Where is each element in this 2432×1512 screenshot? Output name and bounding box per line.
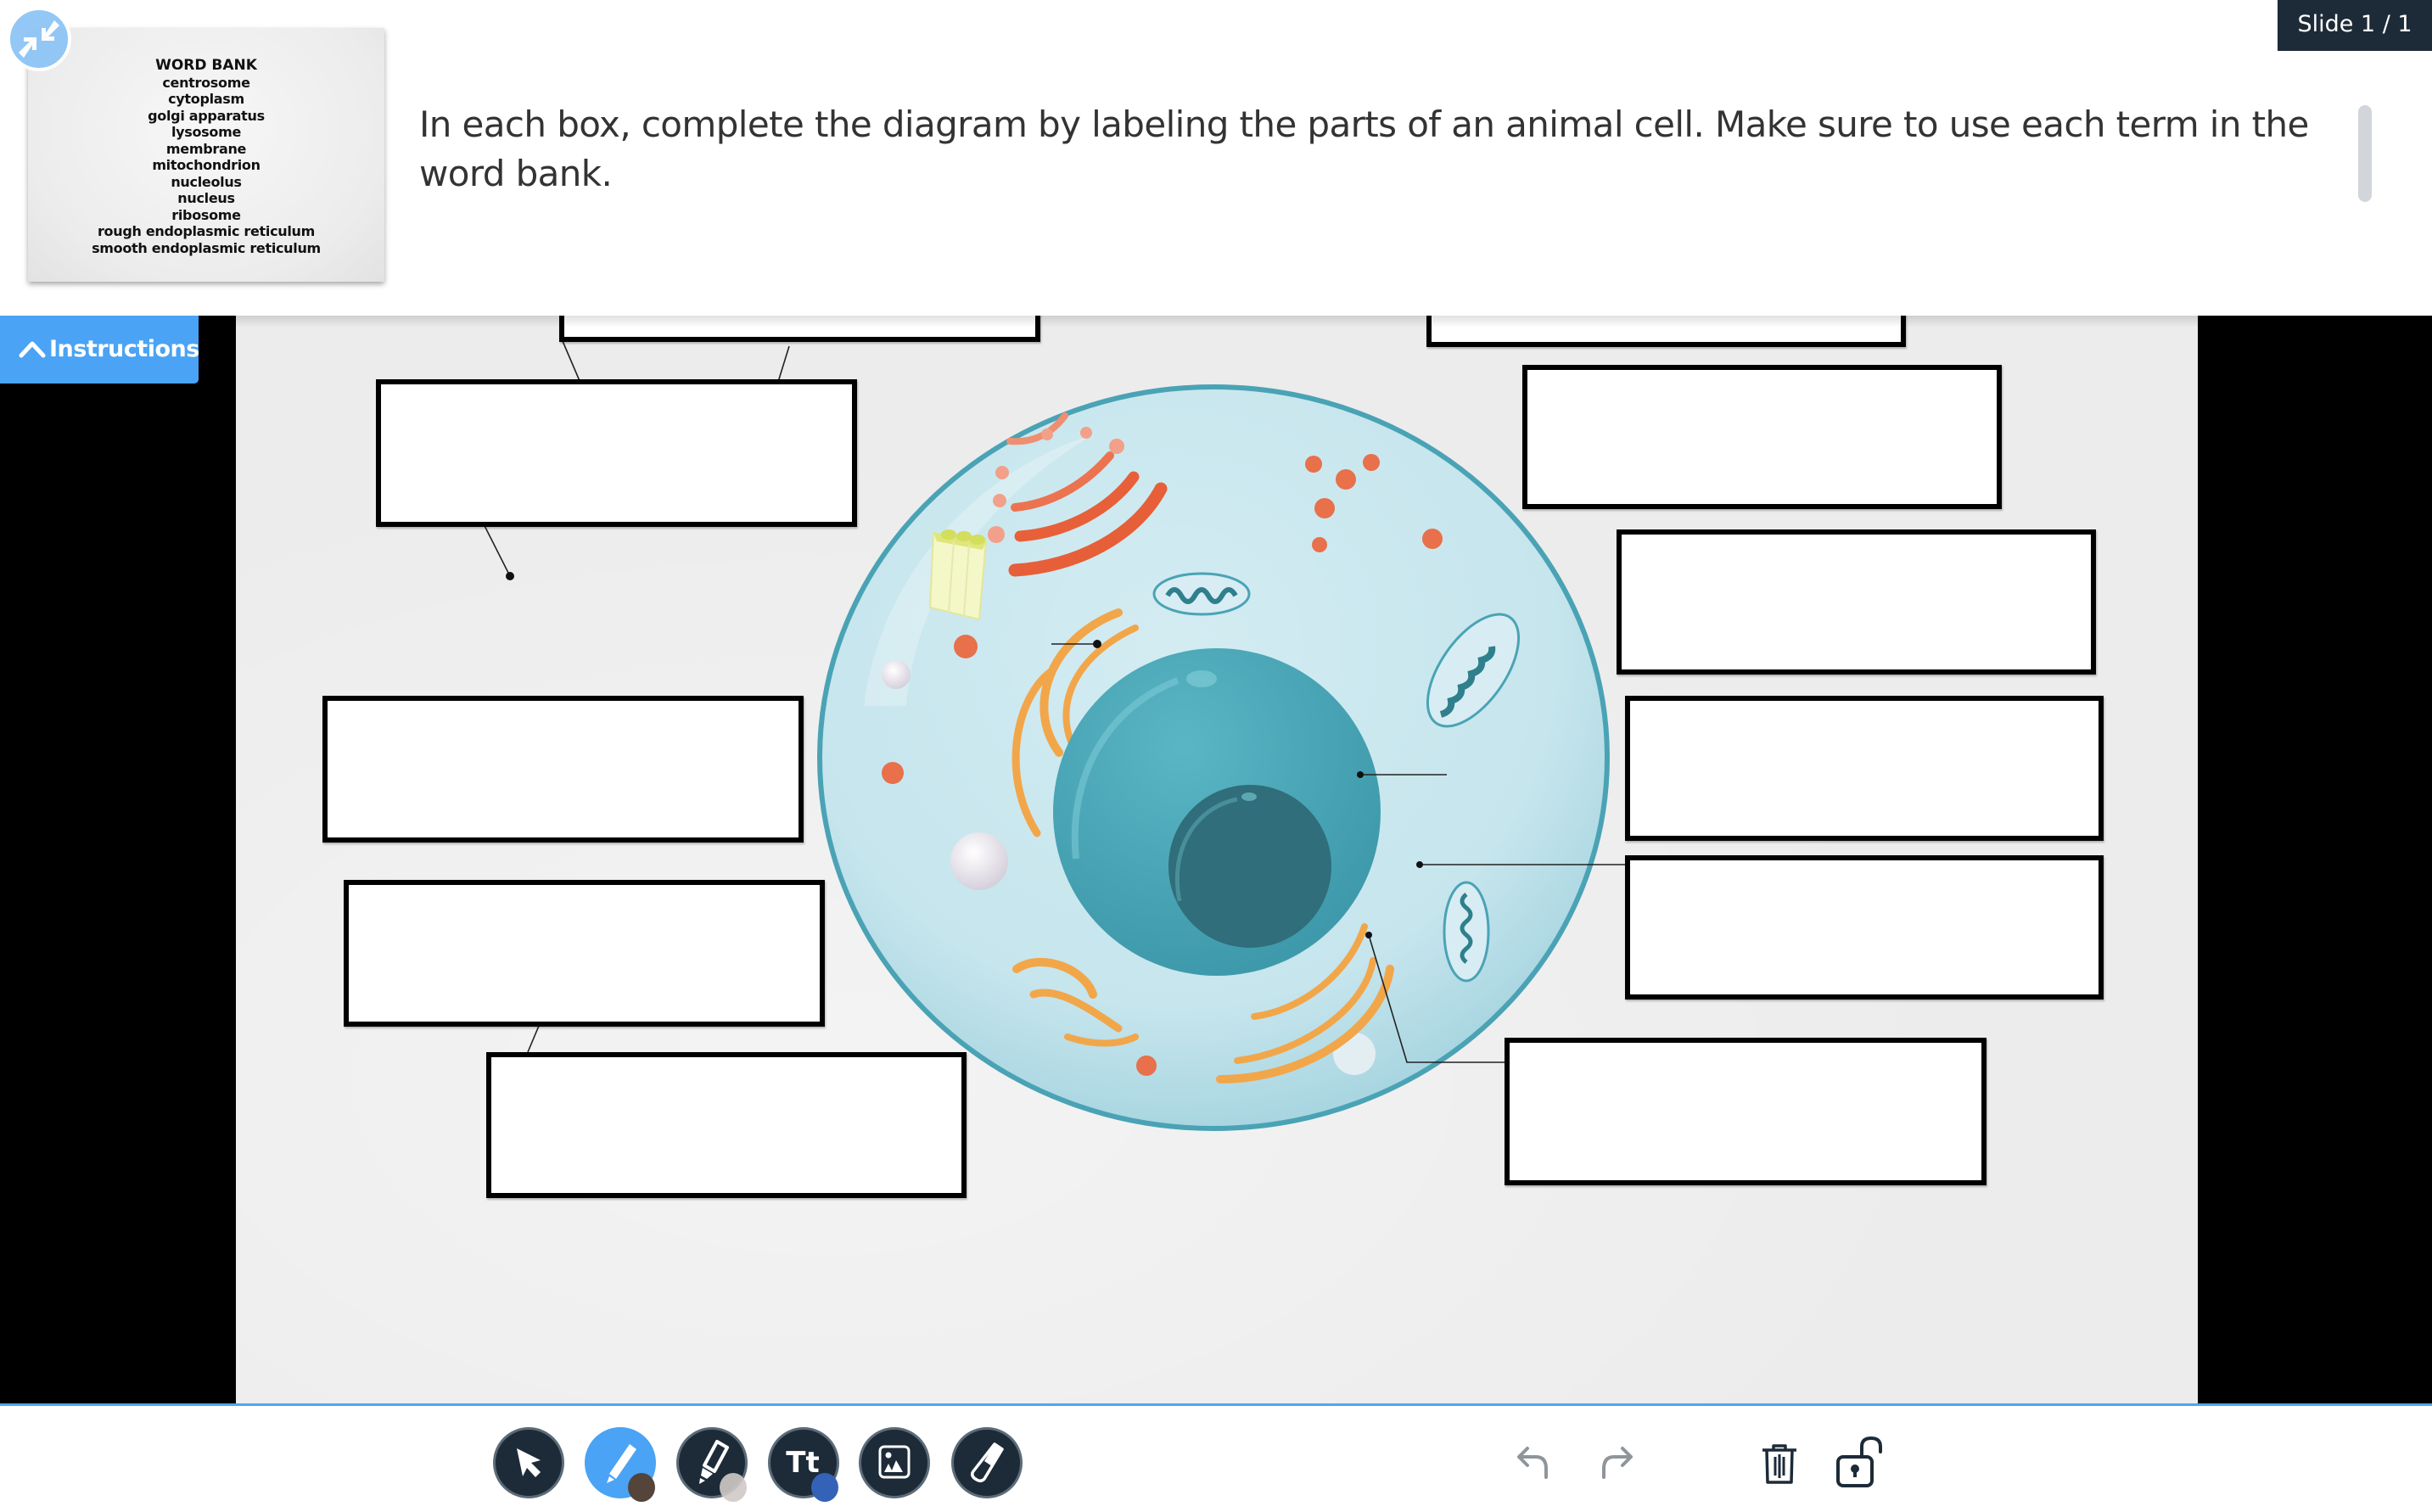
- label-box-right-2[interactable]: [1617, 529, 2096, 675]
- centrosome: [928, 529, 988, 621]
- instructions-label: Instructions: [49, 336, 199, 362]
- slide-canvas[interactable]: [236, 316, 2198, 1403]
- label-box-top-right[interactable]: [1426, 316, 1906, 347]
- slide-indicator: Slide 1 / 1: [2278, 0, 2432, 51]
- cursor-arrow-icon: [517, 1448, 541, 1477]
- word-bank-item: centrosome: [162, 74, 250, 91]
- word-bank-item: lysosome: [171, 124, 242, 140]
- undo-button[interactable]: [1512, 1438, 1563, 1492]
- unlock-icon: [1836, 1436, 1882, 1487]
- image-icon: [878, 1445, 911, 1479]
- label-box-top-left[interactable]: [559, 316, 1040, 342]
- word-bank-item: rough endoplasmic reticulum: [97, 223, 316, 239]
- label-box-left-2[interactable]: [322, 696, 804, 843]
- image-tool-button[interactable]: [859, 1427, 930, 1498]
- chevron-up-icon: [19, 341, 46, 358]
- word-bank-item: golgi apparatus: [148, 107, 265, 124]
- redo-icon: [1602, 1447, 1633, 1479]
- label-box-right-5[interactable]: [1505, 1038, 1987, 1185]
- word-bank-item: mitochondrion: [152, 157, 261, 173]
- svg-text:Tt: Tt: [786, 1446, 819, 1480]
- lock-button[interactable]: [1833, 1433, 1892, 1492]
- label-box-right-4[interactable]: [1625, 855, 2104, 1000]
- label-box-left-1[interactable]: [376, 379, 857, 527]
- undo-icon: [1517, 1447, 1548, 1479]
- word-bank-item: nucleolus: [171, 173, 242, 190]
- label-box-left-3[interactable]: [344, 880, 825, 1027]
- word-bank-thumbnail[interactable]: WORD BANK centrosome cytoplasm golgi app…: [28, 28, 384, 282]
- select-tool-button[interactable]: [493, 1427, 564, 1498]
- instructions-header: WORD BANK centrosome cytoplasm golgi app…: [0, 0, 2432, 316]
- label-box-right-1[interactable]: [1522, 365, 2002, 509]
- eraser-tool-button[interactable]: [951, 1427, 1023, 1498]
- eraser-icon: [970, 1442, 1004, 1483]
- word-bank-item: ribosome: [171, 206, 241, 223]
- drawing-toolbar: Tt: [0, 1403, 2432, 1512]
- collapse-thumbnail-button[interactable]: [7, 7, 71, 71]
- pen-color-swatch[interactable]: [628, 1473, 655, 1502]
- word-bank-item: cytoplasm: [168, 91, 244, 107]
- nucleolus: [1168, 785, 1331, 948]
- redo-button[interactable]: [1589, 1438, 1639, 1492]
- text-color-swatch[interactable]: [811, 1473, 838, 1502]
- word-bank-item: membrane: [165, 140, 247, 157]
- instructions-scrollbar[interactable]: [2358, 105, 2372, 202]
- word-bank-item: nucleus: [177, 190, 235, 206]
- word-bank-item: smooth endoplasmic reticulum: [92, 239, 321, 256]
- word-bank-title: WORD BANK: [155, 57, 257, 74]
- instructions-toggle-button[interactable]: Instructions: [0, 316, 199, 384]
- trash-icon: [1762, 1444, 1796, 1484]
- instructions-text: In each box, complete the diagram by lab…: [419, 104, 2309, 194]
- label-box-left-4[interactable]: [486, 1052, 967, 1198]
- highlighter-color-swatch[interactable]: [720, 1473, 747, 1502]
- delete-button[interactable]: [1754, 1438, 1805, 1492]
- collapse-arrows-icon: [19, 20, 59, 58]
- label-box-right-3[interactable]: [1625, 696, 2104, 841]
